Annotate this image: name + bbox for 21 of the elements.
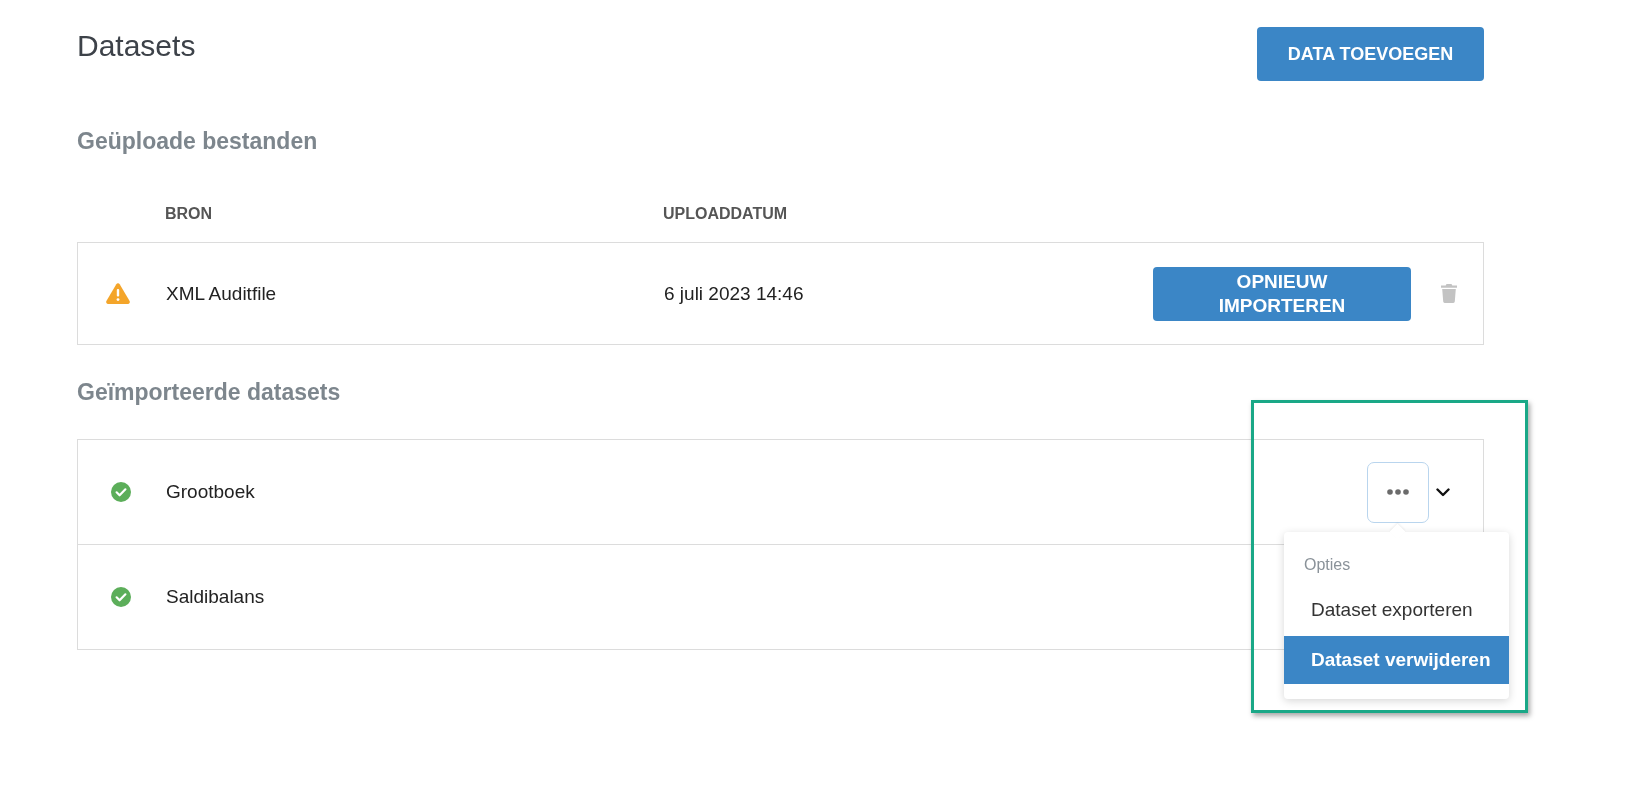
column-header: UPLOADDATUM (663, 205, 788, 222)
page-title: Datasets (77, 28, 196, 64)
menu-heading: Opties (1304, 555, 1351, 573)
check-circle-icon (111, 482, 131, 502)
reimport-button[interactable]: OPNIEUW IMPORTEREN (1153, 266, 1411, 321)
more-options-button[interactable] (1367, 461, 1429, 523)
chevron-down-icon[interactable] (1436, 487, 1450, 497)
menu-item[interactable]: Dataset verwijderen (1284, 635, 1509, 684)
dataset-name: Grootboek (166, 481, 255, 503)
section-heading: Geïmporteerde datasets (77, 378, 341, 406)
dataset-name: Saldibalans (166, 586, 265, 608)
column-header: BRON (165, 205, 213, 222)
check-circle-icon (111, 587, 131, 607)
upload-date: 6 juli 2023 14:46 (664, 282, 804, 304)
add-data-button[interactable]: DATA TOEVOEGEN (1257, 27, 1484, 81)
menu-item[interactable]: Dataset exporteren (1284, 585, 1509, 634)
dots-icon (1387, 489, 1409, 495)
trash-icon[interactable] (1441, 284, 1457, 303)
section-heading: Geüploade bestanden (77, 127, 318, 155)
warning-icon (106, 283, 130, 304)
source-name: XML Auditfile (166, 282, 277, 304)
